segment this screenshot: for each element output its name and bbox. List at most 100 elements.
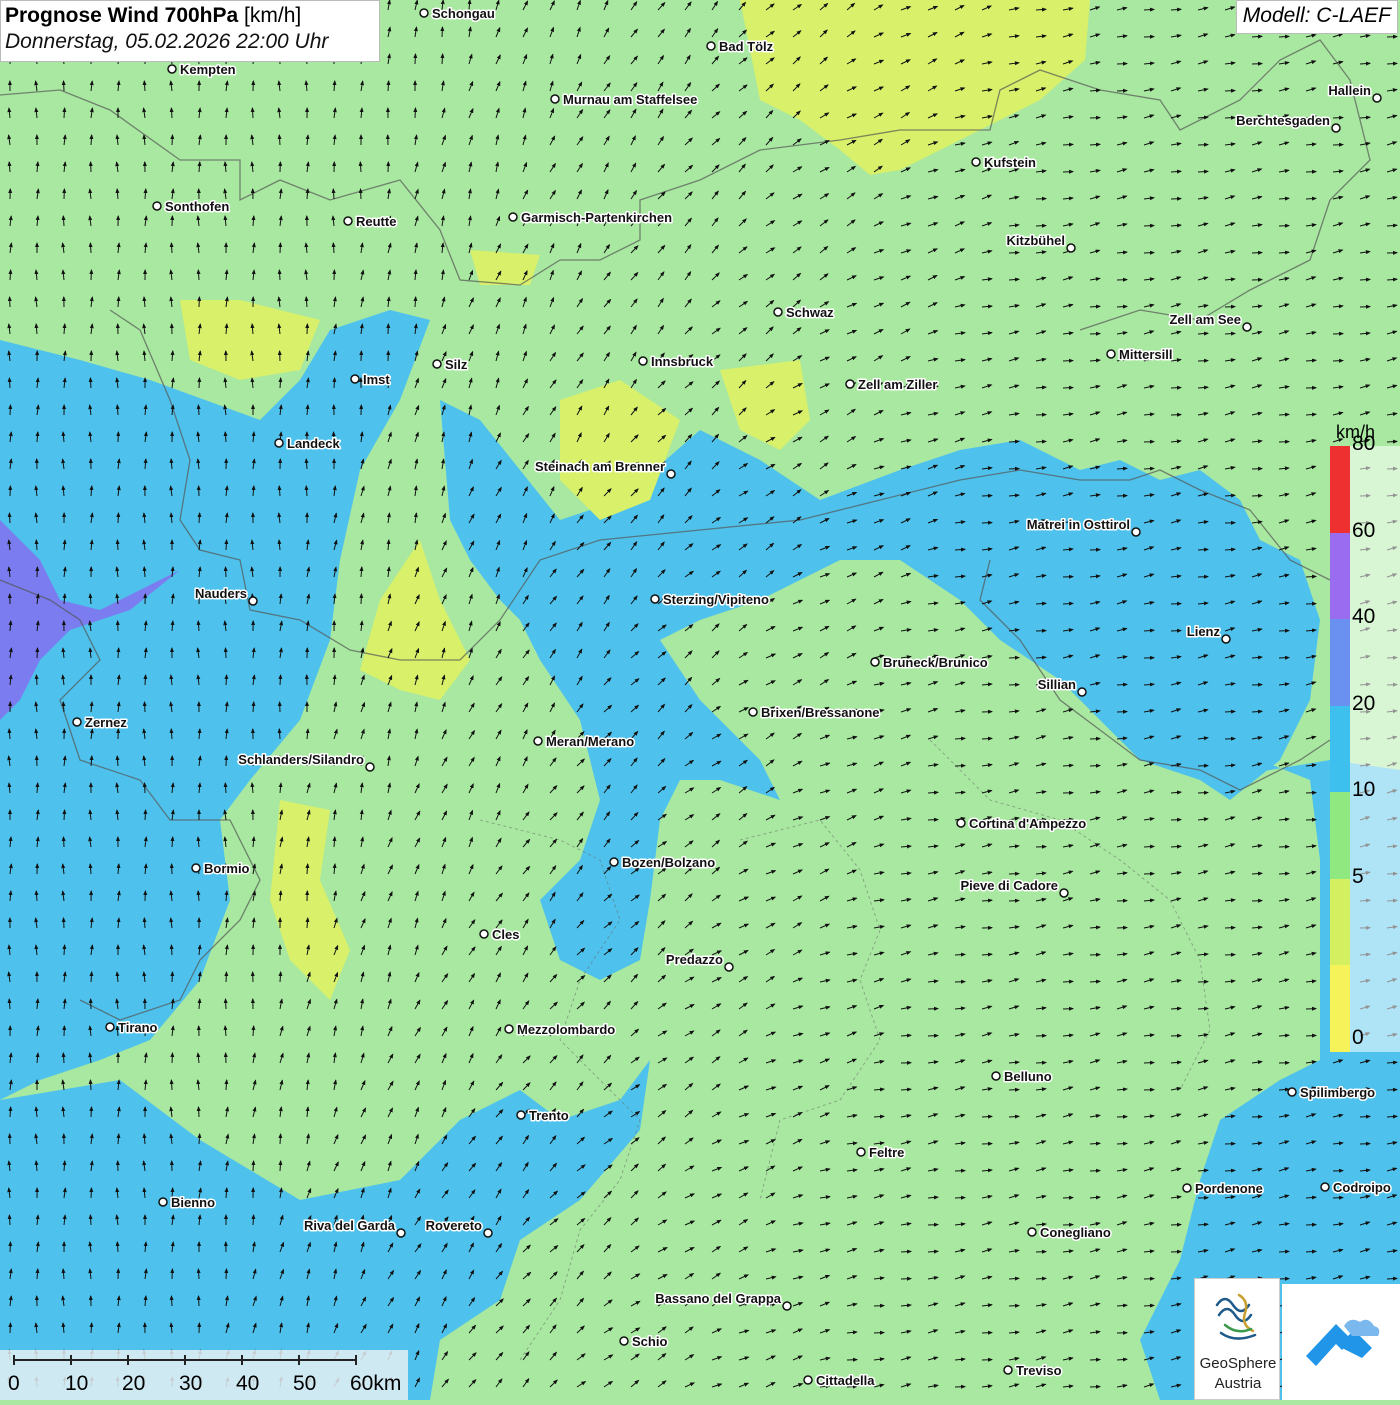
wind-arrow (1360, 117, 1370, 118)
wind-arrow (766, 1087, 776, 1090)
wind-arrow (280, 216, 281, 226)
wind-arrow (1252, 979, 1262, 982)
wind-arrow (793, 844, 803, 847)
wind-arrow (1279, 387, 1289, 389)
wind-arrow (145, 810, 146, 820)
wind-arrow (1171, 61, 1181, 64)
wind-arrow (982, 412, 992, 415)
wind-arrow (388, 460, 391, 470)
wind-arrow (793, 1384, 802, 1387)
wind-arrow (469, 920, 475, 928)
city-dot (1107, 350, 1115, 358)
wind-arrow (712, 355, 720, 361)
wind-arrow (1036, 1089, 1046, 1090)
wind-arrow (928, 709, 937, 712)
city-label: Steinach am Brenner (535, 459, 665, 474)
wind-arrow (1279, 520, 1289, 523)
wind-arrow (712, 112, 720, 118)
wind-arrow (928, 1303, 938, 1306)
wind-arrow (604, 1218, 611, 1225)
page-title: Prognose Wind 700hPa [km/h] (5, 4, 375, 28)
wind-arrow (226, 972, 227, 982)
wind-arrow (523, 379, 528, 388)
wind-arrow (1306, 953, 1316, 955)
wind-arrow (90, 1215, 91, 1225)
wind-arrow (415, 108, 416, 118)
wind-arrow (1117, 684, 1127, 685)
wind-arrow (874, 572, 883, 577)
model-label: Modell: C-LAEF (1236, 0, 1398, 34)
wind-arrow (820, 1007, 830, 1009)
wind-arrow (874, 1250, 884, 1252)
wind-arrow (847, 789, 856, 793)
wind-arrow (252, 108, 253, 118)
wind-arrow (928, 953, 938, 955)
wind-arrow (306, 297, 307, 307)
wind-arrow (1117, 8, 1127, 10)
wind-arrow (955, 333, 965, 334)
wind-arrow (361, 730, 364, 740)
wind-arrow (253, 1026, 254, 1036)
wind-arrow (577, 28, 580, 38)
wind-arrow (550, 1, 554, 10)
wind-arrow (63, 216, 64, 226)
wind-arrow (631, 109, 636, 118)
wind-arrow (1090, 144, 1100, 145)
wind-arrow (252, 378, 253, 388)
wind-arrow (982, 1060, 992, 1063)
wind-arrow (469, 1000, 474, 1009)
wind-arrow (928, 1251, 938, 1252)
wind-arrow (1117, 91, 1127, 92)
wind-arrow (685, 218, 691, 226)
wind-arrow (1225, 7, 1235, 10)
wind-arrow (1360, 224, 1370, 227)
wind-arrow (685, 110, 692, 118)
wind-arrow (1144, 1305, 1154, 1306)
wind-arrow (1252, 790, 1262, 793)
wind-arrow (820, 1330, 829, 1333)
wind-arrow (442, 163, 445, 172)
wind-arrow (90, 378, 91, 388)
wind-arrow (550, 1272, 557, 1279)
wind-arrow (739, 841, 747, 847)
wind-arrow (469, 109, 473, 118)
wind-arrow (928, 1330, 938, 1333)
wind-arrow (1252, 953, 1262, 955)
legend-label: 60 (1352, 519, 1375, 543)
wind-arrow (198, 216, 199, 226)
wind-arrow (198, 1080, 199, 1090)
wind-arrow (117, 351, 118, 361)
wind-arrow (793, 789, 802, 793)
wind-arrow (1360, 143, 1370, 145)
wind-arrow (198, 1053, 199, 1063)
city-marker: Sonthofen (153, 199, 229, 214)
wind-arrow (1306, 1062, 1316, 1064)
wind-arrow (523, 1001, 529, 1009)
wind-arrow (1063, 1358, 1073, 1360)
city-label: Spilimbergo (1300, 1085, 1375, 1100)
wind-arrow (901, 329, 910, 334)
city-label: Kitzbühel (1007, 233, 1066, 248)
wind-arrow (91, 108, 92, 118)
wind-arrow (253, 1161, 254, 1171)
wind-arrow (577, 1271, 583, 1279)
wind-arrow (496, 811, 500, 820)
wind-arrow (847, 599, 856, 604)
wind-arrow (712, 895, 720, 901)
wind-map[interactable]: SchongauBad TölzKemptenMurnau am Staffel… (0, 0, 1400, 1400)
wind-arrow (1144, 142, 1154, 145)
wind-arrow (874, 1169, 884, 1171)
mountain-cloud-icon (1282, 1284, 1400, 1400)
city-label: Bienno (171, 1195, 215, 1210)
wind-arrow (334, 1162, 338, 1171)
wind-arrow (685, 651, 692, 658)
wind-arrow (550, 813, 557, 820)
wind-arrow (955, 682, 965, 685)
wind-arrow (442, 136, 445, 145)
wind-arrow (361, 567, 362, 577)
wind-arrow (928, 898, 938, 901)
wind-arrow (1036, 9, 1046, 10)
wind-arrow (901, 952, 910, 955)
wind-arrow (712, 29, 718, 37)
wind-arrow (901, 413, 911, 415)
